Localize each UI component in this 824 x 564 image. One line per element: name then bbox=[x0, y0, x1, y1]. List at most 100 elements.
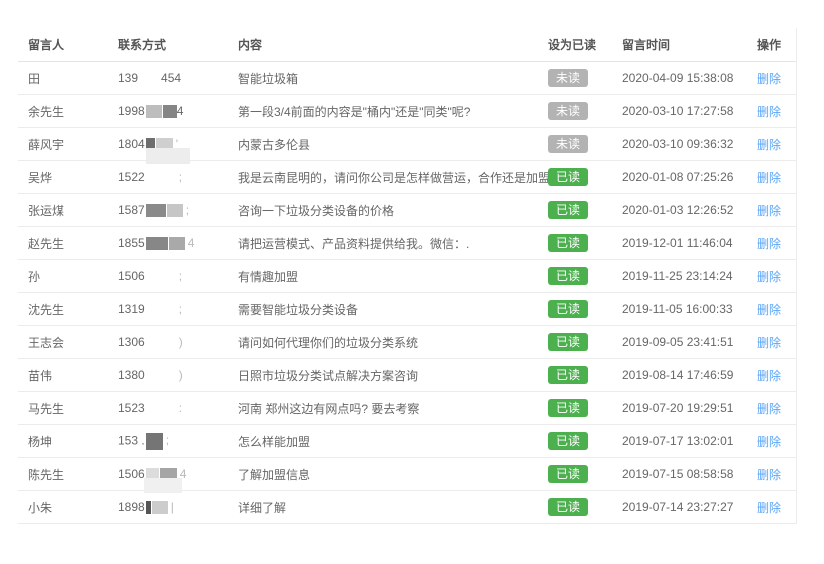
contact-faint-residue: ) bbox=[179, 335, 183, 349]
table-row: 余先生19984第一段3/4前面的内容是"桶内"还是"同类"呢?未读2020-0… bbox=[18, 95, 796, 128]
read-status-badge[interactable]: 已读 bbox=[548, 267, 588, 285]
table-body: 田139454智能垃圾箱未读2020-04-09 15:38:08删除余先生19… bbox=[18, 62, 796, 524]
unread-status-badge[interactable]: 未读 bbox=[548, 135, 588, 153]
action-cell: 删除 bbox=[747, 260, 796, 293]
status-cell: 已读 bbox=[538, 194, 612, 227]
contact-number-redacted: 15064 bbox=[108, 458, 228, 491]
delete-link[interactable]: 删除 bbox=[757, 501, 781, 515]
contact-prefix: 1587 bbox=[118, 203, 145, 217]
unread-status-badge[interactable]: 未读 bbox=[548, 69, 588, 87]
commenter-name: 小朱 bbox=[18, 491, 108, 524]
status-cell: 未读 bbox=[538, 95, 612, 128]
commenter-name: 沈先生 bbox=[18, 293, 108, 326]
message-time: 2019-08-14 17:46:59 bbox=[612, 359, 747, 392]
redaction-block-overflow bbox=[146, 148, 190, 164]
contact-prefix: 1506 bbox=[118, 269, 145, 283]
delete-link[interactable]: 删除 bbox=[757, 336, 781, 350]
status-cell: 已读 bbox=[538, 425, 612, 458]
commenter-name: 张运煤 bbox=[18, 194, 108, 227]
redaction-block bbox=[139, 72, 161, 85]
contact-faint-residue: ; bbox=[166, 433, 169, 447]
delete-link[interactable]: 删除 bbox=[757, 171, 781, 185]
commenter-name: 余先生 bbox=[18, 95, 108, 128]
delete-link[interactable]: 删除 bbox=[757, 72, 781, 86]
message-time: 2019-12-01 11:46:04 bbox=[612, 227, 747, 260]
contact-prefix: 1522 bbox=[118, 170, 145, 184]
contact-number-redacted: 1506; bbox=[108, 260, 228, 293]
action-cell: 删除 bbox=[747, 62, 796, 95]
commenter-name: 王志会 bbox=[18, 326, 108, 359]
message-time: 2020-01-08 07:25:26 bbox=[612, 161, 747, 194]
status-cell: 已读 bbox=[538, 491, 612, 524]
message-content: 怎么样能加盟 bbox=[228, 425, 538, 458]
table-row: 吴烨1522;我是云南昆明的，请问你公司是怎样做营运，合作还是加盟已读2020-… bbox=[18, 161, 796, 194]
action-cell: 删除 bbox=[747, 194, 796, 227]
action-cell: 删除 bbox=[747, 128, 796, 161]
read-status-badge[interactable]: 已读 bbox=[548, 201, 588, 219]
unread-status-badge[interactable]: 未读 bbox=[548, 102, 588, 120]
column-header-content: 内容 bbox=[228, 28, 538, 62]
delete-link[interactable]: 删除 bbox=[757, 369, 781, 383]
message-time: 2019-07-17 13:02:01 bbox=[612, 425, 747, 458]
action-cell: 删除 bbox=[747, 161, 796, 194]
action-cell: 删除 bbox=[747, 458, 796, 491]
delete-link[interactable]: 删除 bbox=[757, 270, 781, 284]
commenter-name: 孙 bbox=[18, 260, 108, 293]
contact-number-redacted: 139454 bbox=[108, 62, 228, 95]
read-status-badge[interactable]: 已读 bbox=[548, 399, 588, 417]
contact-faint-residue: ) bbox=[179, 368, 183, 382]
table-row: 张运煤1587;咨询一下垃圾分类设备的价格已读2020-01-03 12:26:… bbox=[18, 194, 796, 227]
read-status-badge[interactable]: 已读 bbox=[548, 432, 588, 450]
read-status-badge[interactable]: 已读 bbox=[548, 300, 588, 318]
delete-link[interactable]: 删除 bbox=[757, 303, 781, 317]
action-cell: 删除 bbox=[747, 425, 796, 458]
delete-link[interactable]: 删除 bbox=[757, 402, 781, 416]
delete-link[interactable]: 删除 bbox=[757, 435, 781, 449]
redaction-block bbox=[167, 204, 183, 217]
contact-number-redacted: 1380) bbox=[108, 359, 228, 392]
commenter-name: 陈先生 bbox=[18, 458, 108, 491]
contact-suffix: 454 bbox=[161, 71, 181, 85]
header-row: 留言人联系方式内容设为已读留言时间操作 bbox=[18, 28, 796, 62]
commenter-name: 田 bbox=[18, 62, 108, 95]
delete-link[interactable]: 删除 bbox=[757, 237, 781, 251]
message-time: 2019-07-15 08:58:58 bbox=[612, 458, 747, 491]
message-content: 咨询一下垃圾分类设备的价格 bbox=[228, 194, 538, 227]
message-content: 内蒙古多伦县 bbox=[228, 128, 538, 161]
read-status-badge[interactable]: 已读 bbox=[548, 366, 588, 384]
redaction-block bbox=[146, 204, 166, 217]
read-status-badge[interactable]: 已读 bbox=[548, 333, 588, 351]
column-header-name: 留言人 bbox=[18, 28, 108, 62]
message-content: 第一段3/4前面的内容是"桶内"还是"同类"呢? bbox=[228, 95, 538, 128]
delete-link[interactable]: 删除 bbox=[757, 105, 781, 119]
column-header-action: 操作 bbox=[747, 28, 796, 62]
delete-link[interactable]: 删除 bbox=[757, 204, 781, 218]
status-cell: 未读 bbox=[538, 62, 612, 95]
contact-suffix: 4 bbox=[177, 104, 184, 118]
status-cell: 已读 bbox=[538, 293, 612, 326]
commenter-name: 马先生 bbox=[18, 392, 108, 425]
read-status-badge[interactable]: 已读 bbox=[548, 498, 588, 516]
read-status-badge[interactable]: 已读 bbox=[548, 465, 588, 483]
table-row: 苗伟1380)日照市垃圾分类试点解决方案咨询已读2019-08-14 17:46… bbox=[18, 359, 796, 392]
message-time: 2020-04-09 15:38:08 bbox=[612, 62, 747, 95]
delete-link[interactable]: 删除 bbox=[757, 138, 781, 152]
redaction-block bbox=[152, 501, 168, 514]
contact-number-redacted: 1522; bbox=[108, 161, 228, 194]
read-status-badge[interactable]: 已读 bbox=[548, 168, 588, 186]
message-content: 详细了解 bbox=[228, 491, 538, 524]
commenter-name: 赵先生 bbox=[18, 227, 108, 260]
message-content: 河南 郑州这边有网点吗? 要去考察 bbox=[228, 392, 538, 425]
contact-prefix: 1506 bbox=[118, 467, 145, 481]
contact-prefix: 1380 bbox=[118, 368, 145, 382]
message-content: 日照市垃圾分类试点解决方案咨询 bbox=[228, 359, 538, 392]
status-cell: 已读 bbox=[538, 392, 612, 425]
read-status-badge[interactable]: 已读 bbox=[548, 234, 588, 252]
message-table-container: 留言人联系方式内容设为已读留言时间操作 田139454智能垃圾箱未读2020-0… bbox=[18, 28, 797, 524]
table-row: 马先生1523:河南 郑州这边有网点吗? 要去考察已读2019-07-20 19… bbox=[18, 392, 796, 425]
message-time: 2020-03-10 17:27:58 bbox=[612, 95, 747, 128]
contact-number-redacted: 153 .; bbox=[108, 425, 228, 458]
column-header-time: 留言时间 bbox=[612, 28, 747, 62]
commenter-name: 杨坤 bbox=[18, 425, 108, 458]
delete-link[interactable]: 删除 bbox=[757, 468, 781, 482]
